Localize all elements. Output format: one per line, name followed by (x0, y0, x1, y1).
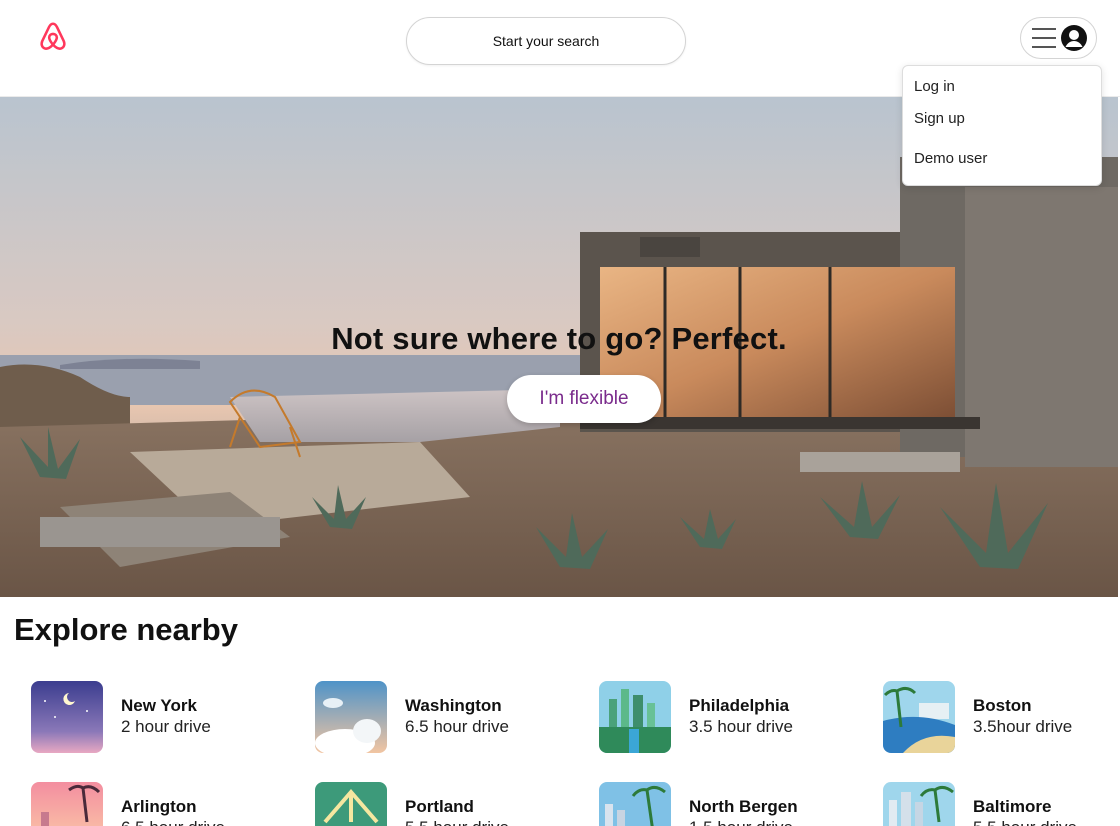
arlington-thumbnail (31, 782, 103, 826)
destination-city: New York (121, 696, 197, 715)
search-bar-label: Start your search (492, 33, 600, 49)
destination-city: Boston (973, 696, 1032, 715)
destination-drive-time: 2 hour drive (121, 717, 211, 736)
destination-card-arlington[interactable]: Arlington 6.5 hour drive (31, 782, 291, 826)
destination-drive-time: 3.5 hour drive (689, 717, 793, 736)
baltimore-thumbnail (883, 782, 955, 826)
destination-drive-time: 6.5 hour drive (405, 717, 509, 736)
new-york-thumbnail (31, 681, 103, 753)
destination-drive-time: 3.5hour drive (973, 717, 1073, 736)
airbnb-logo-icon[interactable] (36, 20, 70, 54)
destination-city: Philadelphia (689, 696, 790, 715)
destination-card-baltimore[interactable]: Baltimore 5.5 hour drive (883, 782, 1120, 826)
boston-thumbnail (883, 681, 955, 753)
user-avatar-icon (1060, 24, 1088, 52)
destination-city: Arlington (121, 797, 197, 816)
menu-item-log-in[interactable]: Log in (903, 74, 1101, 98)
portland-thumbnail (315, 782, 387, 826)
hamburger-menu-icon (1030, 25, 1058, 51)
destination-city: Portland (405, 797, 474, 816)
destination-card-portland[interactable]: Portland 5.5 hour drive (315, 782, 575, 826)
destination-city: North Bergen (689, 797, 798, 816)
search-bar[interactable]: Start your search (406, 17, 686, 65)
destination-drive-time: 5.5 hour drive (973, 818, 1077, 826)
destination-city: Baltimore (973, 797, 1052, 816)
destination-card-new-york[interactable]: New York 2 hour drive (31, 681, 291, 755)
destination-card-north-bergen[interactable]: North Bergen 1.5 hour drive (599, 782, 859, 826)
user-dropdown-menu: Log in Sign up Demo user (902, 65, 1102, 186)
destination-drive-time: 6.5 hour drive (121, 818, 225, 826)
philadelphia-thumbnail (599, 681, 671, 753)
hero-title: Not sure where to go? Perfect. (331, 321, 787, 356)
destination-card-philadelphia[interactable]: Philadelphia 3.5 hour drive (599, 681, 859, 755)
north-bergen-thumbnail (599, 782, 671, 826)
flexible-button[interactable]: I'm flexible (507, 375, 661, 423)
washington-thumbnail (315, 681, 387, 753)
destination-drive-time: 1.5 hour drive (689, 818, 793, 826)
menu-item-demo-user[interactable]: Demo user (903, 138, 1101, 178)
destination-card-washington[interactable]: Washington 6.5 hour drive (315, 681, 575, 755)
destination-card-boston[interactable]: Boston 3.5hour drive (883, 681, 1120, 755)
menu-item-sign-up[interactable]: Sign up (903, 98, 1101, 138)
user-menu-button[interactable] (1020, 17, 1097, 59)
destination-city: Washington (405, 696, 502, 715)
destination-drive-time: 5.5 hour drive (405, 818, 509, 826)
explore-nearby-heading: Explore nearby (14, 612, 238, 647)
